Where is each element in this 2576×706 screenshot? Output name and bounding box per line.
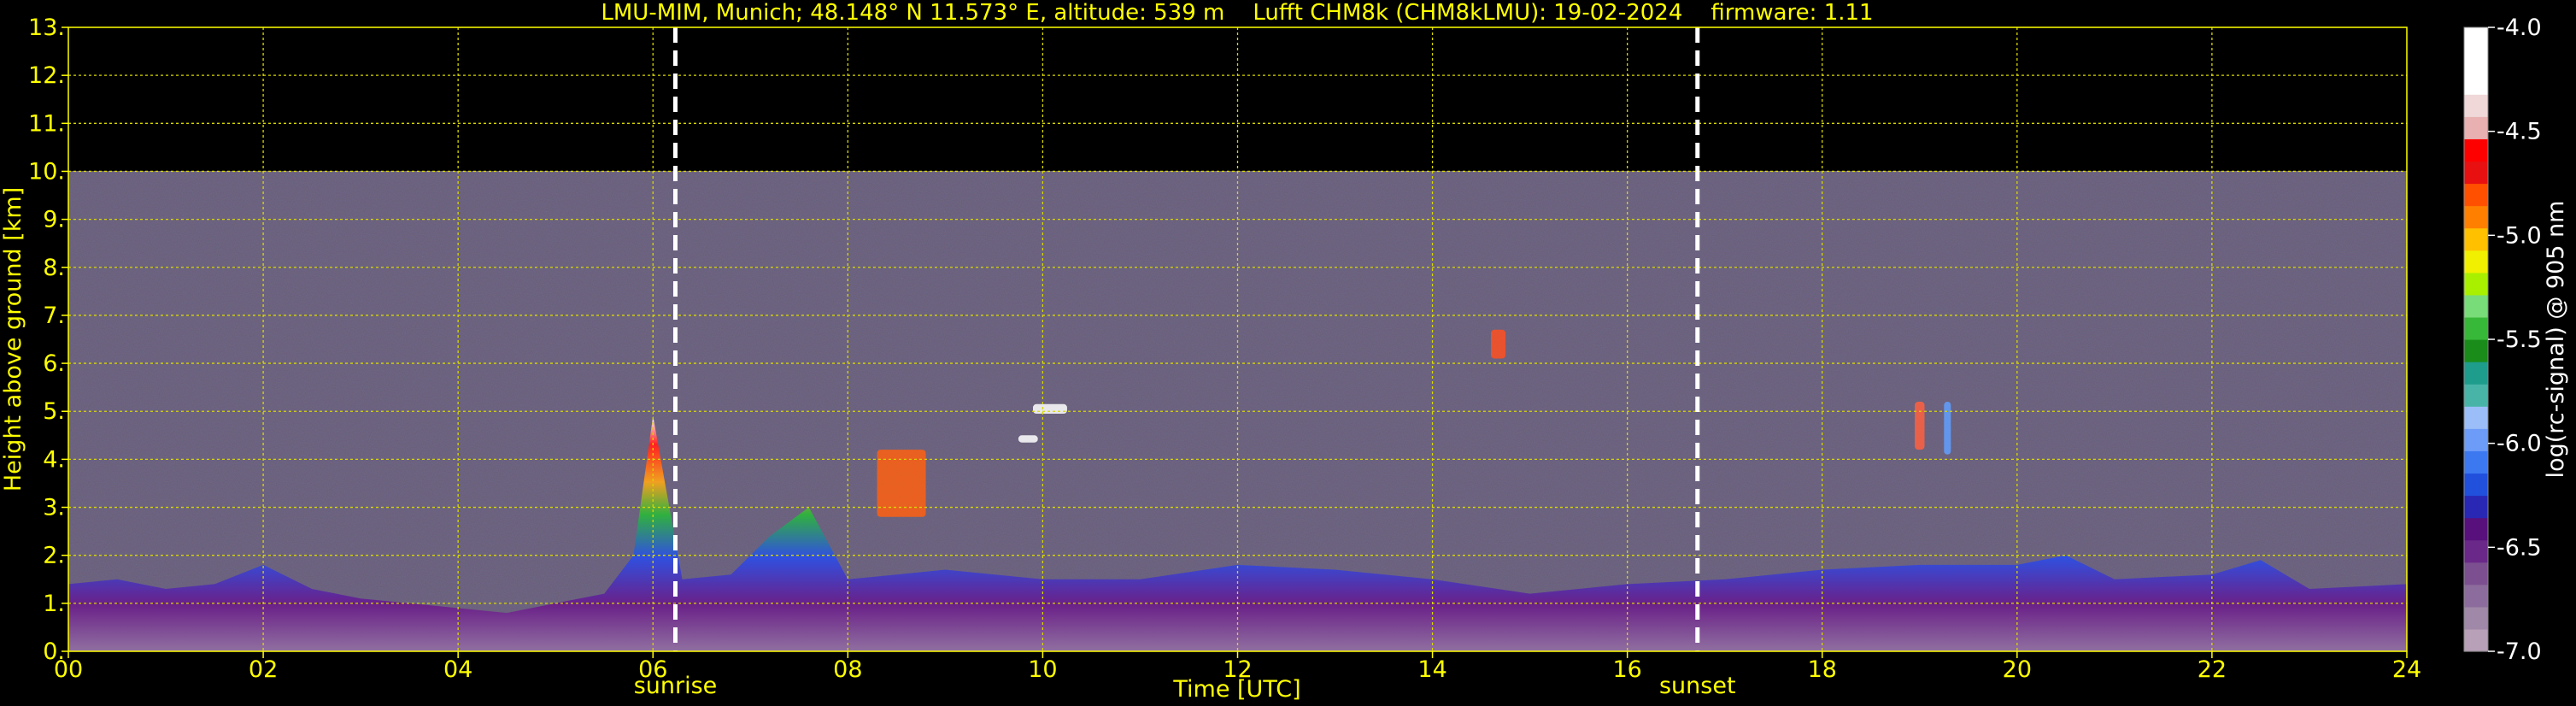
x-tick-label: 06 (638, 656, 667, 683)
y-tick-label: 6. (43, 350, 65, 377)
colorbar-segment (2464, 116, 2488, 139)
colorbar-segment (2464, 94, 2488, 117)
y-tick-label: 1. (43, 591, 65, 617)
colorbar-segment (2464, 517, 2488, 541)
feature-3 (1491, 329, 1506, 359)
x-tick-label: 04 (443, 656, 472, 683)
colorbar-tick-label: -7.0 (2497, 638, 2542, 665)
colorbar-tick-label: -5.0 (2497, 222, 2542, 249)
colorbar-segment (2464, 495, 2488, 519)
colorbar-segment (2464, 205, 2488, 229)
colorbar-segment (2464, 406, 2488, 429)
y-tick-label: 9. (43, 207, 65, 233)
y-ticks: 0. 1. 2. 3. 4. 5. 6. 7. 8. 9. 10. 11. 12. 13. (28, 15, 68, 665)
x-tick-label: 02 (249, 656, 278, 683)
y-tick-label: 0. (43, 638, 65, 665)
x-tick-label: 24 (2392, 656, 2421, 683)
x-axis-label: Time [UTC] (1172, 676, 1300, 703)
colorbar-segment (2464, 72, 2488, 95)
y-tick-label: 2. (43, 543, 65, 569)
colorbar-segment (2464, 428, 2488, 451)
colorbar-segment (2464, 539, 2488, 563)
colorbar-tick-label: -5.5 (2497, 327, 2542, 353)
x-tick-label: 22 (2198, 656, 2227, 683)
colorbar-label: log(rc-signal) @ 905 nm (2543, 201, 2569, 479)
colorbar-tick-label: -4.5 (2497, 119, 2542, 145)
colorbar-tick-label: -6.5 (2497, 534, 2542, 561)
x-tick-label: 18 (1808, 656, 1837, 683)
feature-1 (1033, 403, 1067, 415)
y-tick-label: 10. (28, 158, 65, 185)
colorbar-segment (2464, 339, 2488, 362)
colorbar-segment (2464, 384, 2488, 407)
colorbar-segment (2464, 50, 2488, 73)
colorbar-segment (2464, 628, 2488, 652)
colorbar-segment (2464, 227, 2488, 251)
colorbar-segment (2464, 138, 2488, 162)
x-tick-label: 08 (833, 656, 862, 683)
colorbar-segment (2464, 473, 2488, 497)
x-tick-label: 16 (1612, 656, 1641, 683)
colorbar-segment (2464, 272, 2488, 296)
colorbar-segment (2464, 27, 2488, 50)
y-tick-label: 3. (43, 495, 65, 521)
colorbar-segment (2464, 606, 2488, 630)
y-tick-label: 13. (28, 15, 65, 41)
ceilometer-chart: LMU-MIM, Munich; 48.148° N 11.573° E, al… (0, 0, 2569, 703)
colorbar-tick-label: -6.0 (2497, 431, 2542, 457)
feature-2 (1018, 435, 1038, 443)
x-tick-label: 20 (2003, 656, 2032, 683)
y-tick-label: 4. (43, 446, 65, 473)
colorbar-segment (2464, 584, 2488, 608)
chart-title: LMU-MIM, Munich; 48.148° N 11.573° E, al… (601, 0, 1873, 26)
colorbar-segment (2464, 562, 2488, 585)
feature-5 (1944, 402, 1951, 455)
colorbar-segment (2464, 250, 2488, 274)
colorbar-tick-label: -4.0 (2497, 15, 2542, 41)
colorbar-segment (2464, 362, 2488, 385)
y-tick-label: 7. (43, 303, 65, 329)
x-tick-label: 10 (1028, 656, 1057, 683)
feature-4 (1915, 402, 1925, 450)
colorbar-ticks: -4.0 -4.5 -5.0 -5.5 -6.0 -6.5 -7.0 (2488, 15, 2542, 665)
y-tick-label: 12. (28, 62, 65, 89)
x-tick-label: 14 (1417, 656, 1446, 683)
colorbar-segment (2464, 316, 2488, 340)
y-tick-label: 5. (43, 398, 65, 425)
colorbar (2463, 26, 2489, 652)
y-axis-label: Height above ground [km] (0, 187, 26, 491)
y-tick-label: 11. (28, 110, 65, 137)
colorbar-segment (2464, 183, 2488, 207)
colorbar-segment (2464, 161, 2488, 185)
colorbar-segment (2464, 450, 2488, 474)
y-tick-label: 8. (43, 255, 65, 281)
colorbar-segment (2464, 294, 2488, 318)
sunset-label: sunset (1659, 673, 1736, 699)
